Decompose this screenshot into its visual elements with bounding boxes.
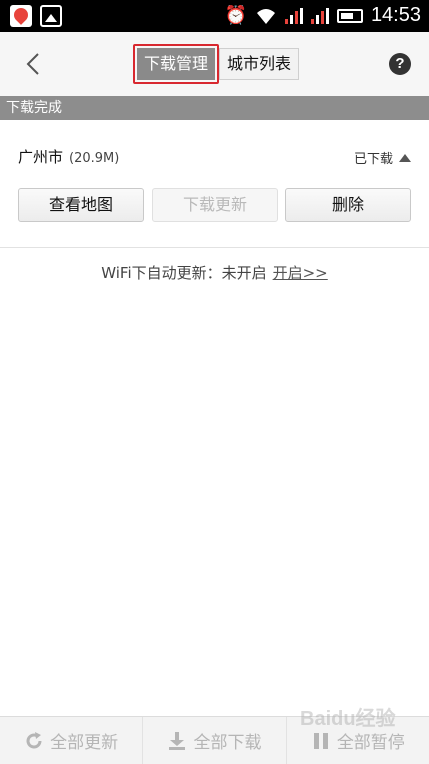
pause-all-button[interactable]: 全部暂停 bbox=[287, 717, 429, 764]
city-size: (20.9M) bbox=[69, 151, 120, 166]
selected-tab-highlight: 下载管理 bbox=[133, 44, 220, 84]
section-header: 下载完成 bbox=[0, 96, 429, 120]
update-all-label: 全部更新 bbox=[50, 733, 119, 753]
battery-icon bbox=[336, 8, 363, 23]
city-item: 广州市 (20.9M) 已下载 查看地图 下载更新 删除 bbox=[0, 120, 429, 248]
map-app-notification-icon bbox=[10, 5, 32, 27]
status-bar: ⏰ 14:53 bbox=[0, 0, 429, 32]
alarm-icon: ⏰ bbox=[224, 5, 247, 25]
enable-link[interactable]: 开启>> bbox=[273, 264, 328, 282]
download-update-button[interactable]: 下载更新 bbox=[152, 188, 278, 222]
update-all-button[interactable]: 全部更新 bbox=[0, 717, 144, 764]
pause-all-label: 全部暂停 bbox=[336, 733, 405, 753]
wifi-auto-update: WiFi下自动更新：未开启 开启>> bbox=[0, 262, 429, 283]
city-name: 广州市 bbox=[18, 148, 64, 166]
download-all-button[interactable]: 全部下载 bbox=[143, 717, 287, 764]
status-label: 已下载 bbox=[353, 152, 393, 167]
help-icon[interactable]: ? bbox=[389, 53, 411, 75]
caret-up-icon bbox=[399, 153, 411, 162]
bottom-toolbar: 全部更新 全部下载 全部暂停 bbox=[0, 716, 429, 764]
clock: 14:53 bbox=[370, 4, 421, 26]
back-icon[interactable] bbox=[22, 50, 46, 78]
city-title: 广州市 (20.9M) bbox=[18, 146, 119, 167]
tab-bar: 下载管理 城市列表 bbox=[133, 44, 300, 84]
tab-download-manager[interactable]: 下载管理 bbox=[137, 48, 216, 80]
download-all-label: 全部下载 bbox=[193, 733, 262, 753]
wifi-icon bbox=[256, 8, 275, 24]
header: 下载管理 城市列表 ? bbox=[0, 32, 429, 96]
view-map-button[interactable]: 查看地图 bbox=[18, 188, 144, 222]
download-icon bbox=[169, 731, 186, 750]
tab-city-list[interactable]: 城市列表 bbox=[219, 48, 300, 80]
image-notification-icon bbox=[40, 5, 62, 27]
notification-icons bbox=[10, 5, 62, 27]
pause-icon bbox=[313, 732, 328, 749]
signal-2-icon bbox=[310, 7, 329, 24]
system-status: ⏰ 14:53 bbox=[225, 4, 421, 27]
signal-icon bbox=[284, 7, 303, 24]
refresh-icon bbox=[26, 731, 42, 748]
delete-button[interactable]: 删除 bbox=[285, 188, 411, 222]
download-status[interactable]: 已下载 bbox=[354, 148, 411, 167]
wifi-status-text: WiFi下自动更新：未开启 bbox=[101, 264, 267, 282]
